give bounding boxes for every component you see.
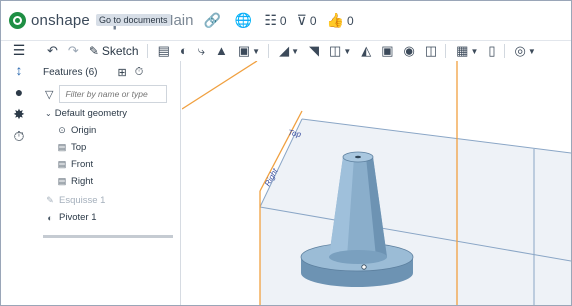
link-icon[interactable]: 🔗 [203, 12, 220, 29]
feature-item-origin[interactable]: ⊙ Origin [37, 122, 180, 139]
mirror-icon[interactable]: ▯ [488, 42, 495, 60]
feature-item-label: Front [71, 159, 94, 170]
feature-item-esquisse[interactable]: ✎ Esquisse 1 [37, 192, 180, 209]
chevron-down-icon[interactable]: ▼ [343, 47, 351, 56]
rollback-icon[interactable]: ⏱ [135, 66, 144, 79]
add-feature-icon[interactable]: ↕ [1, 59, 37, 81]
configurations-icon[interactable]: ✸ [1, 103, 37, 125]
loft-icon[interactable]: ▲ [215, 42, 228, 60]
plane-icon: ▤ [57, 142, 67, 152]
feature-item-pivoter[interactable]: ◐ Pivoter 1 [37, 209, 180, 226]
feature-item-label: Origin [71, 125, 97, 136]
features-panel: Features (6) ⊞ ⏱ ▽ ⌄ Default geometry ⊙ … [37, 61, 181, 305]
history-icon[interactable]: ⏱ [1, 125, 37, 147]
toolbar-divider [268, 44, 270, 58]
onshape-logo-icon [9, 12, 26, 29]
feature-item-top[interactable]: ▤ Top [37, 139, 180, 156]
document-title-area[interactable]: Sipro Go to documents [95, 11, 191, 31]
sketch-label: Sketch [101, 44, 139, 58]
extrude-icon[interactable]: ▤ [158, 42, 170, 60]
feature-item-label: Esquisse 1 [59, 195, 106, 206]
revolve-icon[interactable]: ◐ [180, 42, 188, 60]
branches-count: 0 [309, 13, 317, 28]
onshape-logo[interactable]: onshape [9, 12, 90, 29]
versions-count: 0 [279, 13, 287, 28]
pencil-icon: ✎ [88, 44, 99, 58]
plane-icon: ▤ [57, 159, 67, 169]
front-plane-edge [182, 61, 258, 110]
panel-scrollbar[interactable] [43, 235, 173, 238]
globe-icon[interactable]: 🌐 [235, 12, 252, 29]
chamfer-icon[interactable]: ◥ [309, 42, 319, 60]
feature-item-label: Pivoter 1 [59, 212, 97, 223]
brand-name: onshape [31, 12, 90, 29]
chevron-down-icon[interactable]: ▼ [252, 47, 260, 56]
top-bar: onshape Sipro Go to documents Main 🔗 🌐 ☷… [1, 1, 571, 41]
go-to-documents-tooltip: Go to documents [95, 13, 171, 26]
default-geometry-folder[interactable]: ⌄ Default geometry [37, 105, 180, 122]
toolbar-divider [445, 44, 447, 58]
cone-top-hole [355, 155, 361, 159]
thicken-icon[interactable]: ▣ [238, 42, 250, 60]
plane-icon: ▤ [57, 176, 67, 186]
origin-marker[interactable] [361, 264, 367, 270]
sweep-icon[interactable]: ⤷ [198, 42, 205, 60]
rib-icon[interactable]: ◭ [361, 42, 371, 60]
chevron-down-icon[interactable]: ▼ [470, 47, 478, 56]
default-geometry-label: Default geometry [54, 108, 128, 119]
feature-item-right[interactable]: ▤ Right [37, 173, 180, 190]
cone-base [329, 250, 387, 264]
left-rail: ☰ ↕ ● ✸ ⏱ [1, 41, 37, 305]
draft-icon[interactable]: ◫ [329, 42, 341, 60]
revolve-icon: ◐ [47, 212, 53, 223]
shell-icon[interactable]: ▣ [381, 42, 393, 60]
feature-item-label: Right [71, 176, 94, 187]
chevron-down-icon[interactable]: ▼ [291, 47, 299, 56]
sketch-button[interactable]: ✎ Sketch [89, 44, 139, 58]
chevron-down-icon[interactable]: ▼ [528, 47, 536, 56]
features-panel-header: Features (6) ⊞ ⏱ [37, 61, 180, 83]
toolbar-divider [503, 44, 505, 58]
hole-icon[interactable]: ◉ [404, 42, 415, 60]
sketch-icon: ✎ [46, 195, 54, 205]
toolbar-divider [146, 44, 148, 58]
origin-icon: ⊙ [58, 125, 66, 135]
likes-count: 0 [346, 13, 354, 28]
redo-icon[interactable]: ↷ [68, 42, 79, 60]
filter-icon[interactable]: ▽ [45, 88, 53, 101]
branches-icon[interactable]: ⊽ [297, 12, 307, 29]
filter-row: ▽ [37, 83, 180, 105]
model-canvas[interactable] [182, 61, 571, 306]
feature-list-icon[interactable]: ☰ [1, 41, 37, 59]
like-icon[interactable]: 👍 [327, 12, 344, 29]
filter-input[interactable] [59, 85, 168, 103]
feature-item-front[interactable]: ▤ Front [37, 156, 180, 173]
features-title: Features (6) [43, 66, 98, 78]
pattern-icon[interactable]: ▦ [456, 42, 468, 60]
boolean-icon[interactable]: ◎ [515, 42, 526, 60]
undo-icon[interactable]: ↶ [47, 42, 58, 60]
feature-item-label: Top [71, 142, 87, 153]
feature-toolbar: ↶ ↷ ✎ Sketch ▤ ◐ ⤷ ▲ ▣ ▼ ◢ ▼ ◥ ◫ ▼ ◭ ▣ ◉ ◫ … [37, 41, 571, 61]
fillet-icon[interactable]: ◢ [279, 42, 289, 60]
graphics-viewport[interactable]: Top Right [182, 61, 571, 306]
cylinder-icon[interactable]: ◫ [425, 42, 437, 60]
versions-icon[interactable]: ☷ [264, 12, 277, 29]
chevron-down-icon[interactable]: ⌄ [45, 109, 52, 118]
app-window: onshape Sipro Go to documents Main 🔗 🌐 ☷… [0, 0, 572, 306]
comments-icon[interactable]: ● [1, 81, 37, 103]
add-folder-icon[interactable]: ⊞ [117, 66, 126, 79]
